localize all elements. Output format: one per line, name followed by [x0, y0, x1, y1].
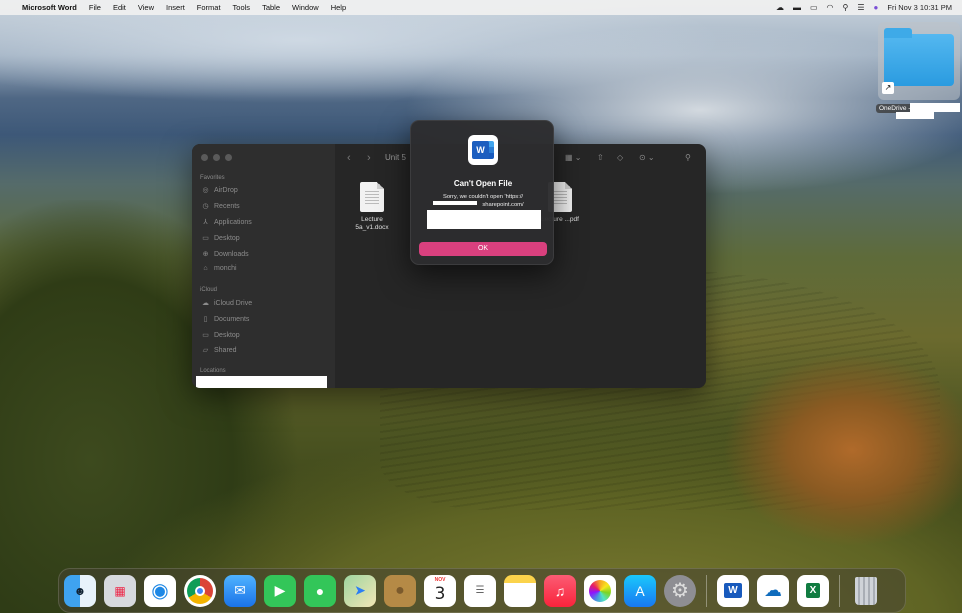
view-grid-icon[interactable]: ▦ ⌄ — [565, 153, 581, 162]
window-title: Unit 5 — [385, 153, 406, 162]
redacted-block — [433, 201, 477, 205]
siri-icon[interactable]: ● — [874, 3, 879, 12]
battery-icon[interactable]: ▭ — [810, 3, 818, 12]
share-icon[interactable]: ⇧ — [597, 153, 604, 162]
sidebar-item-documents[interactable]: ▯ Documents — [201, 315, 250, 324]
menu-table[interactable]: Table — [262, 3, 280, 12]
calendar-icon[interactable]: NOV 3 — [424, 574, 456, 607]
applications-icon: ⅄ — [203, 219, 208, 226]
notes-icon[interactable] — [504, 574, 536, 607]
dock-separator — [839, 574, 840, 607]
onedrive-desktop-folder[interactable]: ↗ — [878, 22, 960, 100]
minimize-button[interactable] — [213, 154, 220, 161]
document-icon: ▯ — [203, 316, 208, 323]
finder-sidebar: Favorites ◎ AirDrop ◷ Recents ⅄ Application… — [192, 144, 335, 388]
trash-icon[interactable] — [850, 575, 882, 607]
airdrop-icon: ◎ — [202, 187, 209, 194]
menu-tools[interactable]: Tools — [233, 3, 251, 12]
dialog-title: Can't Open File — [453, 179, 513, 188]
desktop-icon: ▭ — [202, 332, 209, 339]
display-icon[interactable]: ▬ — [793, 3, 801, 12]
close-button[interactable] — [201, 154, 208, 161]
tag-icon[interactable]: ◇ — [617, 153, 623, 162]
messages-icon[interactable]: ● — [304, 574, 336, 607]
control-center-icon[interactable]: ☰ — [857, 3, 864, 12]
sidebar-header-favorites: Favorites — [200, 175, 225, 181]
contacts-icon[interactable]: ● — [384, 574, 416, 607]
sidebar-item-recents[interactable]: ◷ Recents — [201, 202, 239, 211]
file-name: Lecture 5a_v1.docx — [355, 216, 389, 231]
redacted-block — [427, 210, 541, 229]
sidebar-item-icloud-drive[interactable]: ☁ iCloud Drive — [201, 299, 252, 308]
maps-icon[interactable]: ➤ — [344, 574, 376, 607]
redacted-block — [896, 112, 934, 119]
reminders-icon[interactable]: ☰ — [464, 574, 496, 607]
alias-arrow-icon: ↗ — [882, 82, 894, 94]
excel-dock-icon[interactable]: X — [797, 574, 829, 607]
system-settings-icon[interactable]: ⚙ — [664, 574, 696, 607]
word-dock-icon[interactable]: W — [717, 574, 749, 607]
safari-icon[interactable]: ◉ — [144, 574, 176, 607]
menu-app-name[interactable]: Microsoft Word — [22, 3, 77, 12]
launchpad-icon[interactable]: ▦ — [104, 574, 136, 607]
onedrive-status-icon[interactable]: ☁ — [776, 3, 784, 12]
sidebar-header-icloud: iCloud — [200, 287, 218, 293]
dock: ☻ ▦ ◉ ✉ ▶ ● ➤ ● NOV 3 ☰ ♫ A ⚙ W ☁ X — [58, 568, 906, 613]
desktop-icon: ▭ — [202, 235, 209, 242]
photos-icon[interactable] — [584, 574, 616, 607]
folder-icon — [884, 28, 954, 86]
menu-file[interactable]: File — [89, 3, 101, 12]
menu-bar: Microsoft Word File Edit View Insert For… — [0, 0, 962, 15]
more-options-icon[interactable]: ⊙ ⌄ — [639, 153, 655, 162]
menu-window[interactable]: Window — [292, 3, 319, 12]
window-controls — [201, 154, 232, 161]
spotlight-search-icon[interactable]: ⚲ — [843, 3, 849, 12]
sidebar-item-downloads[interactable]: ⊕ Downloads — [201, 250, 249, 259]
menu-view[interactable]: View — [138, 3, 154, 12]
downloads-icon: ⊕ — [202, 251, 209, 258]
sidebar-header-locations: Locations — [200, 368, 226, 374]
clock-icon: ◷ — [202, 203, 209, 210]
mail-icon[interactable]: ✉ — [224, 574, 256, 607]
word-app-icon: W — [468, 135, 498, 165]
home-icon: ⌂ — [203, 265, 208, 272]
redacted-block — [196, 376, 327, 388]
back-chevron-icon[interactable]: ‹ — [347, 152, 351, 164]
menu-insert[interactable]: Insert — [166, 3, 185, 12]
file-item-docx[interactable]: Lecture 5a_v1.docx — [350, 182, 394, 232]
finder-icon[interactable]: ☻ — [64, 574, 96, 607]
sidebar-item-home[interactable]: ⌂ monchi — [201, 265, 236, 272]
wifi-icon[interactable]: ◠ — [827, 3, 834, 12]
cant-open-file-dialog: W Can't Open File Sorry, we couldn't ope… — [410, 120, 554, 265]
music-icon[interactable]: ♫ — [544, 574, 576, 607]
app-store-icon[interactable]: A — [624, 574, 656, 607]
onedrive-dock-icon[interactable]: ☁ — [757, 574, 789, 607]
sidebar-item-icloud-desktop[interactable]: ▭ Desktop — [201, 331, 240, 340]
menu-edit[interactable]: Edit — [113, 3, 126, 12]
sidebar-item-applications[interactable]: ⅄ Applications — [201, 218, 251, 227]
menu-clock[interactable]: Fri Nov 3 10:31 PM — [887, 3, 952, 12]
chrome-icon[interactable] — [184, 574, 216, 607]
search-icon[interactable]: ⚲ — [685, 153, 691, 162]
sidebar-item-desktop[interactable]: ▭ Desktop — [201, 234, 240, 243]
ok-button[interactable]: OK — [419, 242, 547, 256]
document-icon — [360, 182, 384, 212]
facetime-icon[interactable]: ▶ — [264, 574, 296, 607]
shared-folder-icon: ▱ — [202, 347, 209, 354]
sidebar-item-airdrop[interactable]: ◎ AirDrop — [201, 186, 237, 195]
cloud-icon: ☁ — [202, 300, 209, 307]
forward-chevron-icon[interactable]: › — [367, 152, 371, 164]
menu-format[interactable]: Format — [197, 3, 221, 12]
redacted-block — [910, 103, 960, 112]
sidebar-item-shared[interactable]: ▱ Shared — [201, 346, 237, 355]
zoom-button[interactable] — [225, 154, 232, 161]
menu-help[interactable]: Help — [331, 3, 346, 12]
dock-separator — [706, 574, 707, 607]
